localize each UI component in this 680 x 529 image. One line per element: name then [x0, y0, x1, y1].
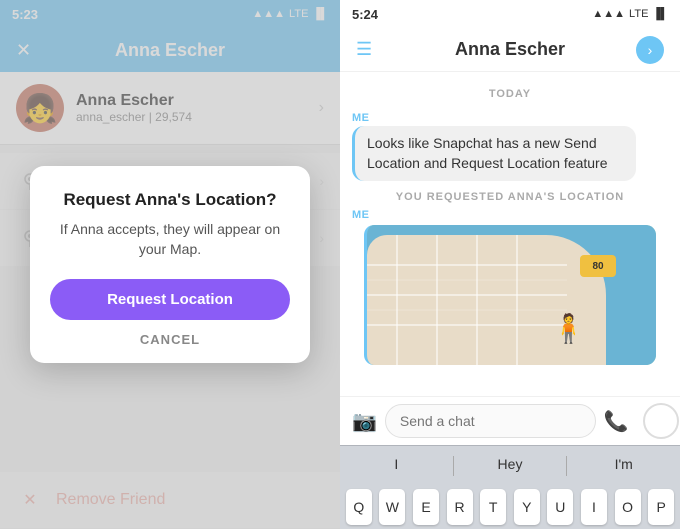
- dialog-body: If Anna accepts, they will appear on you…: [50, 220, 290, 259]
- date-label: TODAY: [340, 88, 680, 100]
- right-battery-icon: ▐▌: [652, 8, 668, 20]
- key-t[interactable]: T: [480, 489, 506, 525]
- circle-button[interactable]: [643, 403, 679, 439]
- suggestion-im[interactable]: I'm: [567, 446, 680, 482]
- keyboard-suggestions: I Hey I'm: [340, 445, 680, 485]
- menu-button[interactable]: ☰: [356, 39, 372, 60]
- system-label: YOU REQUESTED ANNA'S LOCATION: [340, 191, 680, 203]
- key-w[interactable]: W: [379, 489, 405, 525]
- dialog-box: Request Anna's Location? If Anna accepts…: [30, 166, 310, 363]
- chat-action-icons: 📞 📹 😊: [604, 403, 680, 439]
- right-panel: 5:24 ▲▲▲ LTE ▐▌ ☰ Anna Escher › TODAY ME…: [340, 0, 680, 529]
- dialog-overlay: Request Anna's Location? If Anna accepts…: [0, 0, 340, 529]
- chat-message-1: ME Looks like Snapchat has a new Send Lo…: [340, 108, 680, 185]
- chat-input[interactable]: [385, 404, 596, 438]
- streets-svg: [367, 235, 606, 365]
- camera-icon[interactable]: 📷: [352, 409, 377, 434]
- left-panel: 5:23 ▲▲▲ LTE ▐▌ ✕ Anna Escher 👧 Anna Esc…: [0, 0, 340, 529]
- sender-label-me: ME: [352, 112, 668, 124]
- right-status-bar: 5:24 ▲▲▲ LTE ▐▌: [340, 0, 680, 28]
- key-r[interactable]: R: [447, 489, 473, 525]
- phone-icon[interactable]: 📞: [604, 409, 629, 434]
- right-status-icons: ▲▲▲ LTE ▐▌: [592, 8, 668, 20]
- dialog-title: Request Anna's Location?: [63, 190, 276, 210]
- suggestion-hey[interactable]: Hey: [454, 446, 567, 482]
- suggestion-i[interactable]: I: [340, 446, 453, 482]
- bitmoji: 🧍: [551, 312, 586, 345]
- next-button[interactable]: ›: [636, 36, 664, 64]
- highway-sign: 80: [580, 255, 616, 277]
- keyboard-row-1: Q W E R T Y U I O P: [340, 485, 680, 529]
- chat-input-area: 📷 📞 📹 😊: [340, 396, 680, 445]
- key-e[interactable]: E: [413, 489, 439, 525]
- map-message: ME: [340, 209, 680, 373]
- map-sender-label: ME: [352, 209, 668, 221]
- request-location-button[interactable]: Request Location: [50, 279, 290, 320]
- key-q[interactable]: Q: [346, 489, 372, 525]
- right-header-title: Anna Escher: [455, 39, 565, 60]
- key-u[interactable]: U: [547, 489, 573, 525]
- next-icon: ›: [648, 42, 653, 58]
- right-lte-label: LTE: [629, 8, 648, 20]
- map-background: 80 🧍: [367, 225, 656, 365]
- key-i[interactable]: I: [581, 489, 607, 525]
- highway-number: 80: [592, 261, 603, 272]
- right-header: ☰ Anna Escher ›: [340, 28, 680, 72]
- chat-area: TODAY ME Looks like Snapchat has a new S…: [340, 72, 680, 396]
- right-time: 5:24: [352, 7, 378, 22]
- map-land: [367, 235, 606, 365]
- cancel-button[interactable]: CANCEL: [140, 332, 200, 347]
- key-p[interactable]: P: [648, 489, 674, 525]
- key-y[interactable]: Y: [514, 489, 540, 525]
- right-signal-icon: ▲▲▲: [592, 8, 625, 20]
- key-o[interactable]: O: [615, 489, 641, 525]
- map-preview: 80 🧍: [364, 225, 656, 365]
- chat-bubble-1: Looks like Snapchat has a new Send Locat…: [352, 126, 636, 181]
